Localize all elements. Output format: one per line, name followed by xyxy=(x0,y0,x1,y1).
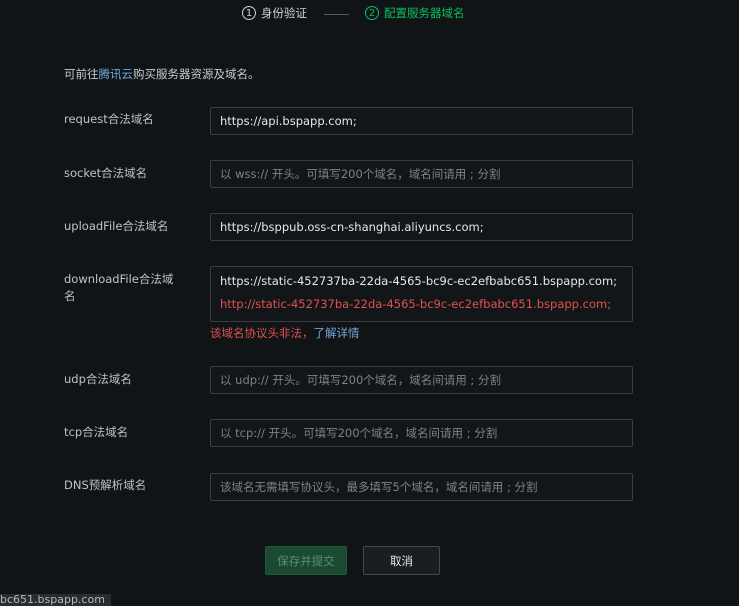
uploadfile-domain-label: uploadFile合法域名 xyxy=(64,219,169,233)
udp-domain-placeholder: 以 udp:// 开头。可填写200个域名，域名间请用 ; 分割 xyxy=(220,373,501,387)
intro-prefix: 可前往 xyxy=(64,67,99,81)
downloadfile-domain-line-1: https://static-452737ba-22da-4565-bc9c-e… xyxy=(220,274,618,288)
request-domain-input[interactable]: https://api.bspapp.com; xyxy=(210,107,633,135)
udp-domain-label: udp合法域名 xyxy=(64,372,132,386)
status-bar-url: bc651.bspapp.com xyxy=(0,594,111,606)
tcp-domain-placeholder: 以 tcp:// 开头。可填写200个域名，域名间请用 ; 分割 xyxy=(220,426,498,440)
dns-prefetch-domain-label: DNS预解析域名 xyxy=(64,478,147,492)
dns-prefetch-domain-placeholder: 该域名无需填写协议头，最多填写5个域名，域名间请用 ; 分割 xyxy=(220,480,538,494)
dns-prefetch-domain-input[interactable]: 该域名无需填写协议头，最多填写5个域名，域名间请用 ; 分割 xyxy=(210,473,633,501)
step-number: 2 xyxy=(365,6,379,20)
request-domain-label: request合法域名 xyxy=(64,112,154,126)
step-identity-verification: 1 身份验证 xyxy=(242,5,307,21)
intro-suffix: 购买服务器资源及域名。 xyxy=(133,67,260,81)
error-text: 该域名协议头非法， xyxy=(210,326,314,340)
uploadfile-domain-value: https://bsppub.oss-cn-shanghai.aliyuncs.… xyxy=(220,220,484,234)
socket-domain-placeholder: 以 wss:// 开头。可填写200个域名，域名间请用 ; 分割 xyxy=(220,167,501,181)
step-label: 身份验证 xyxy=(261,6,307,20)
downloadfile-domain-input[interactable]: https://static-452737ba-22da-4565-bc9c-e… xyxy=(210,266,633,322)
downloadfile-domain-label: downloadFile合法域名 xyxy=(64,272,174,303)
step-label: 配置服务器域名 xyxy=(384,6,465,20)
step-divider xyxy=(324,14,349,15)
cancel-button[interactable]: 取消 xyxy=(363,546,440,575)
save-and-submit-button[interactable]: 保存并提交 xyxy=(265,546,347,575)
socket-domain-input[interactable]: 以 wss:// 开头。可填写200个域名，域名间请用 ; 分割 xyxy=(210,160,633,188)
request-domain-value: https://api.bspapp.com; xyxy=(220,114,357,128)
udp-domain-input[interactable]: 以 udp:// 开头。可填写200个域名，域名间请用 ; 分割 xyxy=(210,366,633,394)
intro-text: 可前往腾讯云购买服务器资源及域名。 xyxy=(64,66,260,82)
step-number: 1 xyxy=(242,6,256,20)
step-configure-domains: 2 配置服务器域名 xyxy=(365,5,465,21)
stepper: 1 身份验证 2 配置服务器域名 xyxy=(0,0,739,28)
tencent-cloud-link[interactable]: 腾讯云 xyxy=(99,67,134,81)
learn-more-link[interactable]: 了解详情 xyxy=(314,326,360,340)
socket-domain-label: socket合法域名 xyxy=(64,166,148,180)
tcp-domain-input[interactable]: 以 tcp:// 开头。可填写200个域名，域名间请用 ; 分割 xyxy=(210,419,633,447)
downloadfile-domain-line-2: http://static-452737ba-22da-4565-bc9c-ec… xyxy=(220,297,612,311)
uploadfile-domain-input[interactable]: https://bsppub.oss-cn-shanghai.aliyuncs.… xyxy=(210,213,633,241)
downloadfile-error-message: 该域名协议头非法，了解详情 xyxy=(210,325,360,341)
tcp-domain-label: tcp合法域名 xyxy=(64,425,129,439)
